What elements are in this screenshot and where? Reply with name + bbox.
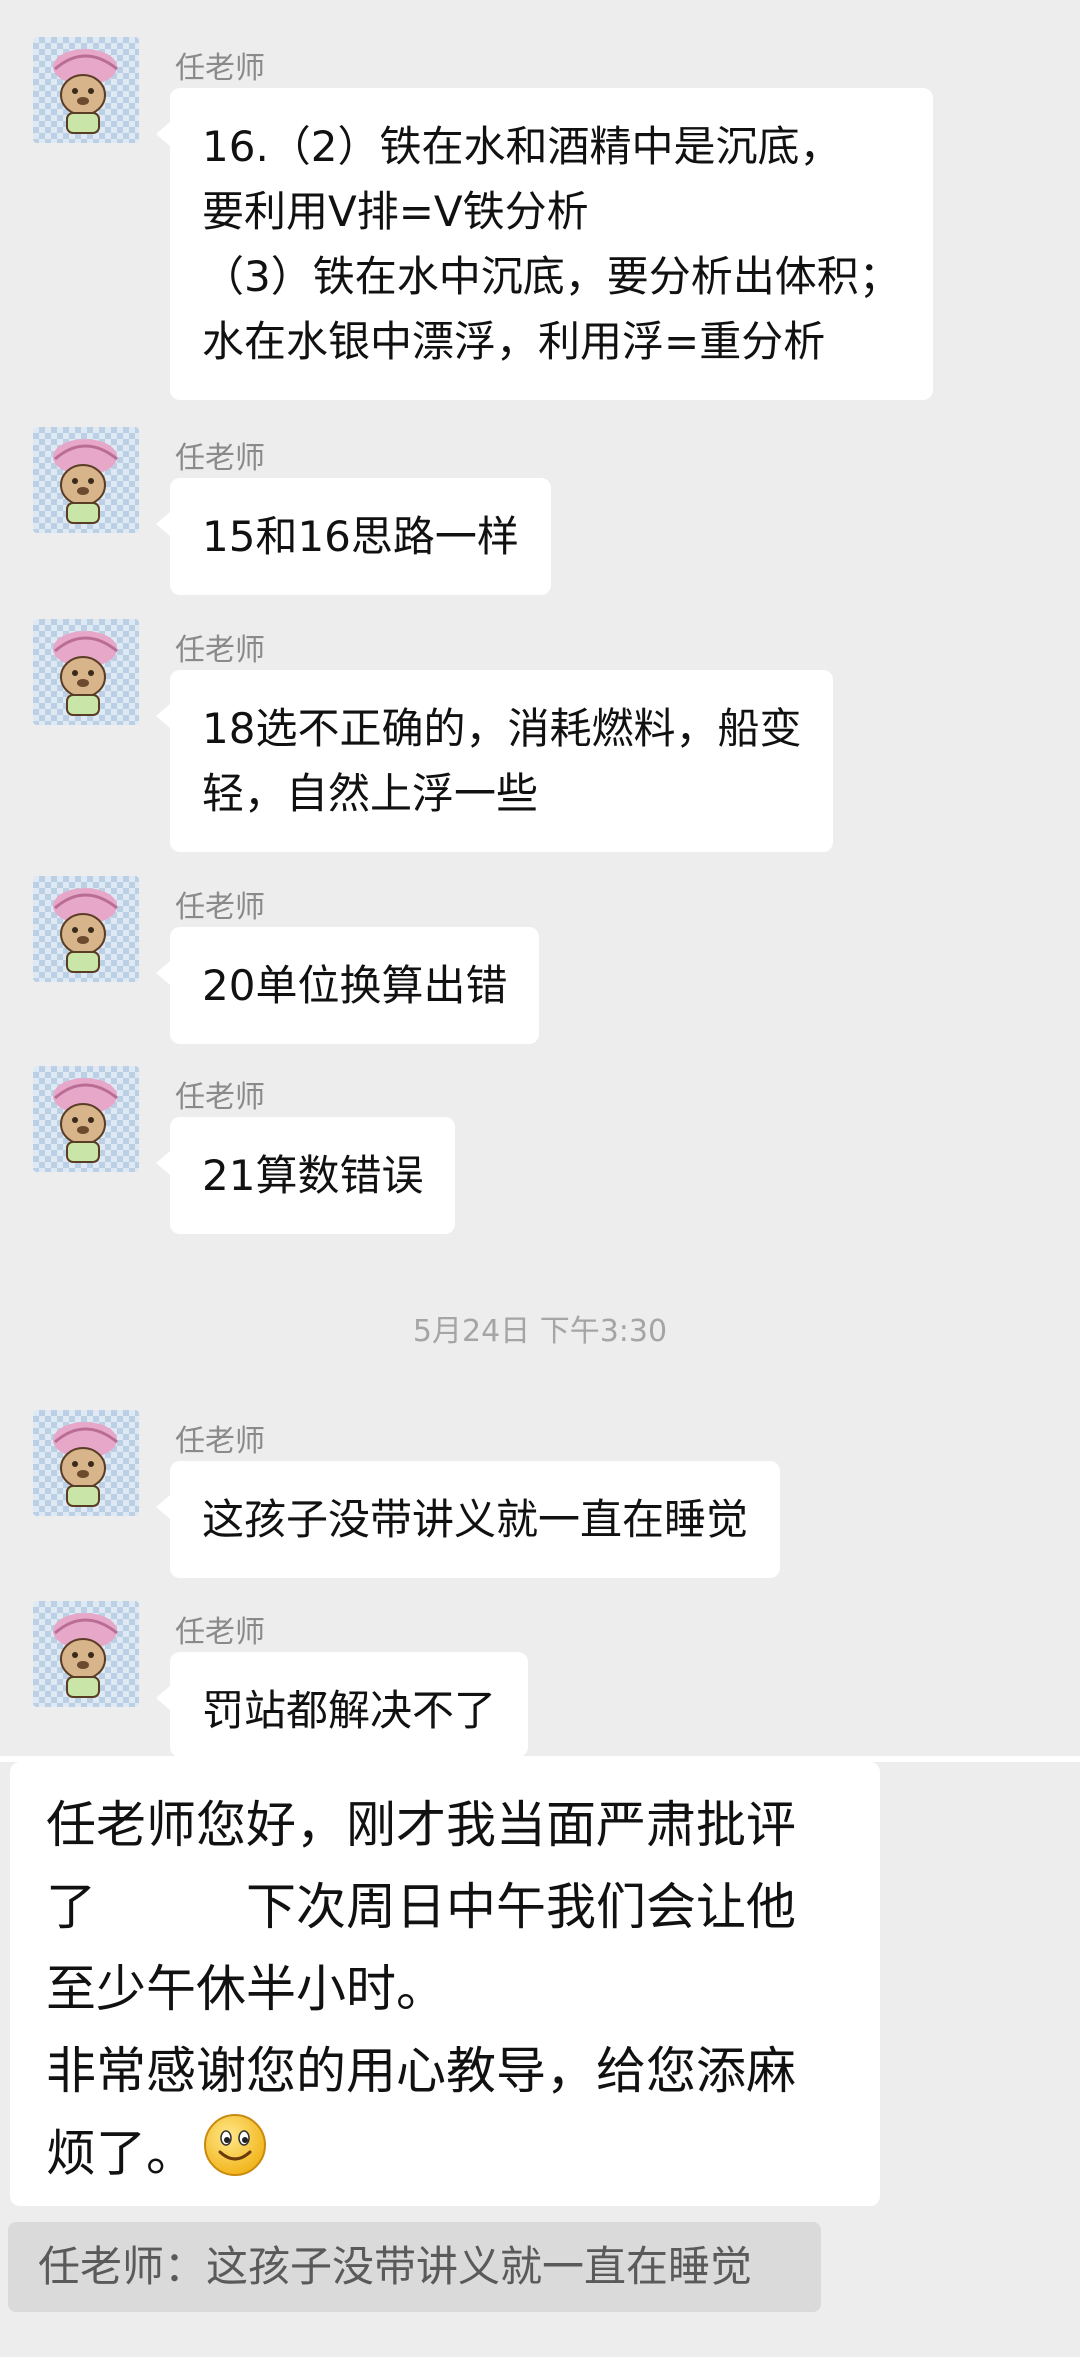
cartoon-avatar-icon [53,888,118,973]
message-timestamp: 5月24日 下午3:30 [412,1314,668,1349]
teacher-avatar[interactable] [33,619,139,725]
reply-section: 任老师您好，刚才我当面严肃批评 了下次周日中午我们会让他 至少午休半小时。 非常… [0,1762,1080,2357]
cartoon-avatar-icon [53,631,118,716]
cartoon-avatar-icon [53,1613,118,1698]
teacher-avatar[interactable] [33,876,139,982]
chat-history[interactable]: 任老师 16.（2）铁在水和酒精中是沉底， 要利用V排=V铁分析 （3）铁在水中… [0,0,1080,1757]
sender-name: 任老师 [175,890,265,925]
teacher-avatar[interactable] [33,427,139,533]
cartoon-avatar-icon [53,49,118,134]
quoted-message[interactable]: 任老师：这孩子没带讲义就一直在睡觉 [8,2222,821,2312]
sender-name: 任老师 [175,1424,265,1459]
sender-name: 任老师 [175,1080,265,1115]
teacher-avatar[interactable] [33,1066,139,1172]
chat-screenshot: 任老师 16.（2）铁在水和酒精中是沉底， 要利用V排=V铁分析 （3）铁在水中… [0,0,1080,2357]
message-bubble[interactable]: 这孩子没带讲义就一直在睡觉 [155,1461,781,1578]
smile-emoji-icon [202,2112,268,2202]
sender-name: 任老师 [175,51,265,86]
message-bubble[interactable]: 15和16思路一样 [156,478,551,595]
sender-name: 任老师 [175,633,265,668]
teacher-avatar[interactable] [33,1601,139,1707]
teacher-avatar[interactable] [33,37,139,143]
message-bubble[interactable]: 18选不正确的，消耗燃料，船变 轻，自然上浮一些 [155,670,834,852]
parent-reply-bubble[interactable]: 任老师您好，刚才我当面严肃批评 了下次周日中午我们会让他 至少午休半小时。 非常… [10,1762,880,2206]
message-bubble[interactable]: 21算数错误 [155,1117,456,1234]
cartoon-avatar-icon [53,439,118,524]
message-bubble[interactable]: 16.（2）铁在水和酒精中是沉底， 要利用V排=V铁分析 （3）铁在水中沉底，要… [156,88,933,400]
message-bubble[interactable]: 罚站都解决不了 [155,1652,529,1757]
teacher-avatar[interactable] [33,1410,139,1516]
sender-name: 任老师 [175,441,265,476]
cartoon-avatar-icon [53,1422,118,1507]
cartoon-avatar-icon [53,1078,118,1163]
message-bubble[interactable]: 20单位换算出错 [155,927,540,1044]
sender-name: 任老师 [175,1615,265,1650]
redacted-name [96,1887,246,1934]
